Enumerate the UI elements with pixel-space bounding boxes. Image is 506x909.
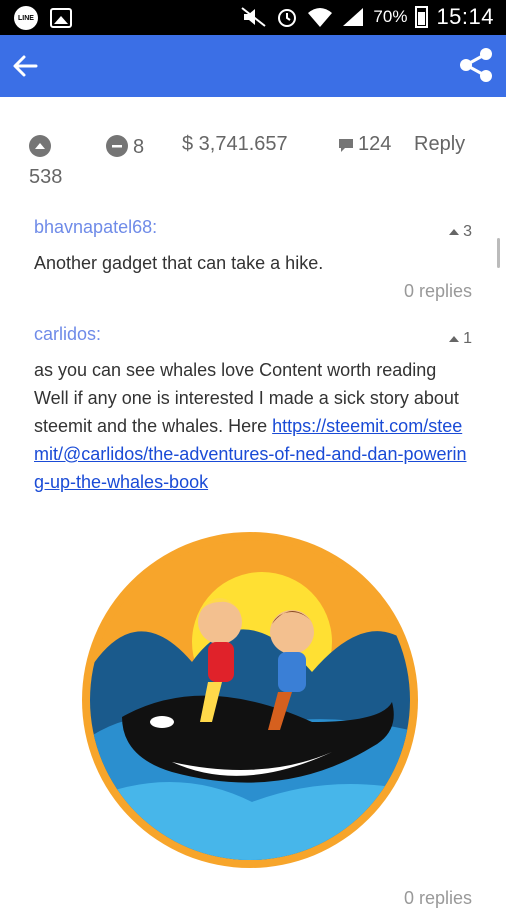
line-label: LINE (18, 14, 34, 22)
comment-count: 124 (358, 133, 392, 155)
signal-icon (343, 8, 364, 26)
payout-value[interactable]: $ 3,741.657 (182, 133, 288, 156)
upvote-icon (449, 336, 460, 342)
share-icon[interactable] (458, 47, 494, 83)
battery-percent: 70% (373, 7, 408, 26)
post-stats-row: 8 $ 3,741.657 124 Reply 538 (0, 128, 506, 188)
comment-votes[interactable]: 1 (449, 330, 472, 348)
comment-author[interactable]: carlidos: (34, 324, 101, 345)
clock: 15:14 (436, 4, 494, 29)
downvote-icon (112, 145, 122, 148)
comment-vote-count: 1 (463, 330, 472, 347)
downvote-count: 8 (133, 136, 145, 158)
comment-icon (339, 139, 353, 152)
comment-author[interactable]: bhavnapatel68: (34, 217, 157, 238)
upvote-icon (35, 143, 45, 149)
alarm-icon (278, 9, 297, 27)
comment-vote-count: 3 (463, 223, 472, 240)
gallery-icon (50, 8, 72, 28)
battery-icon (415, 6, 429, 28)
comment-text: Another gadget that can take a hike. (34, 253, 324, 273)
upvote-icon (449, 229, 460, 235)
downvote-button[interactable] (106, 135, 128, 157)
comment-body: as you can see whales love Content worth… (34, 356, 474, 496)
upvote-count: 538 (29, 166, 63, 188)
scrollbar[interactable] (497, 238, 500, 268)
replies-link[interactable]: 0 replies (404, 281, 472, 302)
app-bar (0, 35, 506, 97)
comment-votes[interactable]: 3 (449, 223, 472, 241)
whale-illustration (82, 532, 418, 868)
back-arrow-icon[interactable] (10, 51, 40, 81)
reply-button[interactable]: Reply (414, 133, 465, 156)
mute-icon (241, 7, 267, 27)
status-bar: LINE 70% 15:14 (0, 0, 506, 35)
wifi-icon (308, 8, 333, 27)
upvote-button[interactable] (29, 135, 51, 157)
line-app-icon: LINE (14, 6, 38, 30)
